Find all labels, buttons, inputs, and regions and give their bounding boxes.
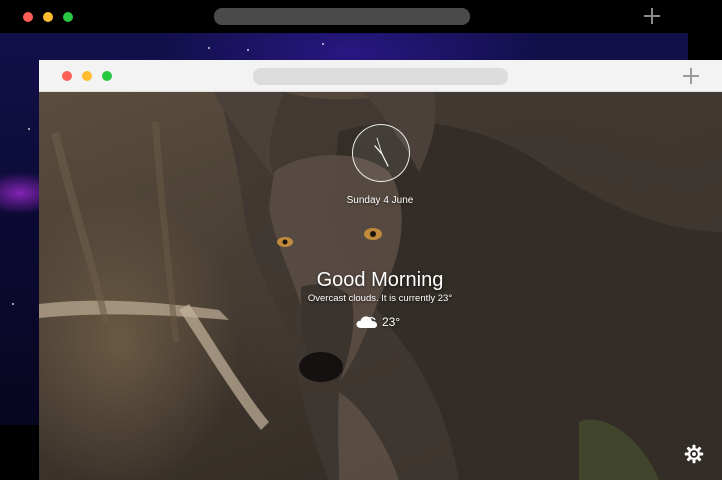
analog-clock bbox=[352, 124, 410, 182]
gear-icon[interactable] bbox=[684, 444, 704, 464]
address-bar[interactable] bbox=[214, 8, 470, 25]
maximize-window-button[interactable] bbox=[102, 71, 112, 81]
wolf-background-image: Sunday 4 June Good Morning Overcast clou… bbox=[39, 92, 722, 480]
minimize-window-button[interactable] bbox=[43, 12, 53, 22]
weather-description: Overcast clouds. It is currently 23° bbox=[307, 293, 453, 304]
address-bar[interactable] bbox=[253, 68, 508, 85]
new-tab-plus-icon[interactable] bbox=[682, 67, 700, 85]
new-tab-plus-icon[interactable] bbox=[643, 7, 661, 25]
maximize-window-button[interactable] bbox=[63, 12, 73, 22]
cloud-icon bbox=[356, 316, 378, 328]
current-weather: 23° bbox=[355, 312, 415, 334]
new-tab-dashboard: Sunday 4 June Good Morning Overcast clou… bbox=[39, 92, 722, 480]
back-window-titlebar bbox=[0, 0, 722, 33]
close-window-button[interactable] bbox=[62, 71, 72, 81]
greeting-text: Good Morning bbox=[316, 269, 444, 291]
minimize-window-button[interactable] bbox=[82, 71, 92, 81]
close-window-button[interactable] bbox=[23, 12, 33, 22]
temperature: 23° bbox=[382, 315, 401, 329]
front-browser-window: Sunday 4 June Good Morning Overcast clou… bbox=[39, 60, 722, 480]
current-date: Sunday 4 June bbox=[346, 195, 414, 206]
front-window-titlebar bbox=[39, 60, 722, 92]
desktop: Sunday 4 June Good Morning Overcast clou… bbox=[0, 0, 722, 480]
